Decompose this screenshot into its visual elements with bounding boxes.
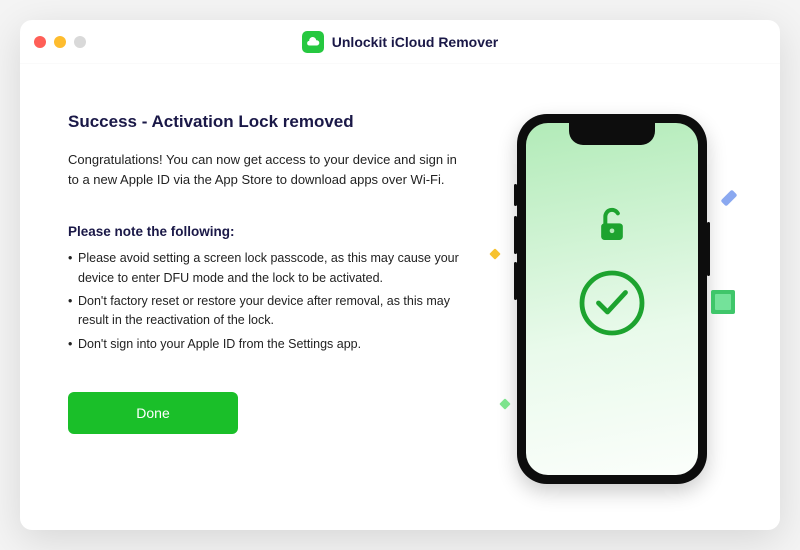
note-list: Please avoid setting a screen lock passc… (68, 249, 464, 358)
left-pane: Success - Activation Lock removed Congra… (68, 112, 464, 486)
success-heading: Success - Activation Lock removed (68, 112, 464, 132)
illustration-pane (492, 112, 732, 486)
phone-power-button (707, 222, 710, 276)
app-title: Unlockit iCloud Remover (332, 34, 498, 50)
maximize-button[interactable] (74, 36, 86, 48)
close-button[interactable] (34, 36, 46, 48)
phone-notch (569, 123, 655, 145)
minimize-button[interactable] (54, 36, 66, 48)
sparkle-icon (499, 398, 510, 409)
unlock-icon (592, 205, 632, 245)
note-item: Don't factory reset or restore your devi… (68, 292, 464, 331)
sparkle-icon (721, 190, 738, 207)
note-heading: Please note the following: (68, 224, 464, 239)
content-area: Success - Activation Lock removed Congra… (20, 64, 780, 530)
app-icon (302, 31, 324, 53)
check-circle-icon (576, 267, 648, 339)
window-controls (34, 36, 86, 48)
app-window: Unlockit iCloud Remover Success - Activa… (20, 20, 780, 530)
sparkle-icon (489, 248, 500, 259)
titlebar: Unlockit iCloud Remover (20, 20, 780, 64)
phone-mute-switch (514, 184, 517, 206)
success-subtext: Congratulations! You can now get access … (68, 150, 464, 190)
sparkle-icon (706, 285, 740, 319)
title-center: Unlockit iCloud Remover (20, 31, 780, 53)
done-button[interactable]: Done (68, 392, 238, 434)
note-item: Don't sign into your Apple ID from the S… (68, 335, 464, 354)
cloud-icon (306, 35, 320, 49)
note-item: Please avoid setting a screen lock passc… (68, 249, 464, 288)
phone-screen (526, 123, 698, 475)
phone-illustration (517, 114, 707, 484)
phone-volume-up (514, 216, 517, 254)
phone-volume-down (514, 262, 517, 300)
